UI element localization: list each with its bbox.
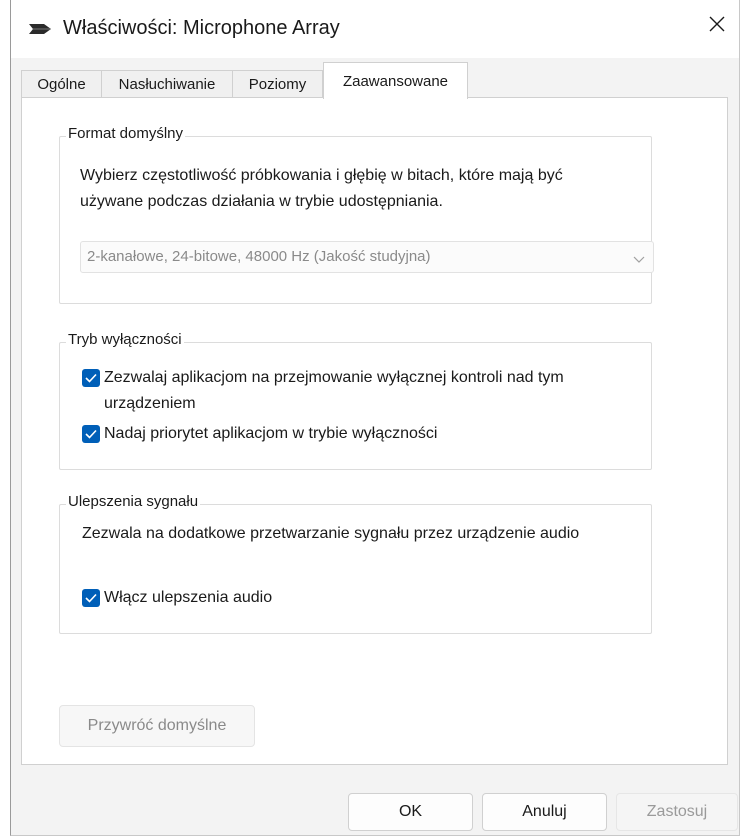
- audio-enhancements-checkbox-row[interactable]: Włącz ulepszenia audio: [82, 585, 272, 611]
- exclusive-control-checkbox-row[interactable]: Zezwalaj aplikacjom na przejmowanie wyłą…: [82, 365, 564, 417]
- exclusive-priority-checkbox[interactable]: [82, 425, 100, 443]
- exclusive-priority-checkbox-row[interactable]: Nadaj priorytet aplikacjom w trybie wyłą…: [82, 421, 437, 447]
- properties-window: Właściwości: Microphone Array Ogólne Nas…: [10, 0, 740, 836]
- exclusive-mode-label: Tryb wyłączności: [66, 331, 184, 348]
- ok-button[interactable]: OK: [348, 793, 473, 831]
- exclusive-control-label: Zezwalaj aplikacjom na przejmowanie wyłą…: [104, 365, 564, 417]
- tab-levels[interactable]: Poziomy: [232, 70, 323, 98]
- default-format-value: 2-kanałowe, 24-bitowe, 48000 Hz (Jakość …: [87, 248, 431, 265]
- microphone-icon: [27, 20, 53, 38]
- close-button[interactable]: [695, 6, 739, 46]
- audio-enhancements-label: Włącz ulepszenia audio: [104, 589, 273, 606]
- exclusive-control-label-line1: Zezwalaj aplikacjom na przejmowanie wyłą…: [104, 369, 564, 386]
- window-title: Właściwości: Microphone Array: [63, 17, 340, 39]
- exclusive-control-label-line2: urządzeniem: [104, 395, 196, 412]
- chevron-down-icon: [633, 252, 645, 263]
- check-icon: [85, 593, 97, 603]
- tab-advanced[interactable]: Zaawansowane: [323, 62, 468, 99]
- title-bar: Właściwości: Microphone Array: [11, 0, 739, 58]
- default-format-label: Format domyślny: [66, 125, 186, 142]
- advanced-panel: Format domyślny Wybierz częstotliwość pr…: [21, 97, 728, 765]
- check-icon: [85, 373, 97, 383]
- audio-enhancements-checkbox[interactable]: [82, 589, 100, 607]
- check-icon: [85, 429, 97, 439]
- cancel-button[interactable]: Anuluj: [482, 793, 607, 831]
- default-format-description-line1: Wybierz częstotliwość próbkowania i głęb…: [80, 167, 563, 184]
- default-format-group: Format domyślny Wybierz częstotliwość pr…: [59, 125, 654, 304]
- tab-listen[interactable]: Nasłuchiwanie: [101, 70, 232, 98]
- restore-defaults-button[interactable]: Przywróć domyślne: [59, 705, 255, 747]
- tab-general[interactable]: Ogólne: [21, 70, 101, 98]
- signal-enhancements-group: Ulepszenia sygnału Zezwala na dodatkowe …: [59, 493, 652, 634]
- apply-button[interactable]: Zastosuj: [616, 793, 738, 831]
- signal-enhancements-description: Zezwala na dodatkowe przetwarzanie sygna…: [82, 525, 580, 542]
- exclusive-control-checkbox[interactable]: [82, 369, 100, 387]
- default-format-select[interactable]: 2-kanałowe, 24-bitowe, 48000 Hz (Jakość …: [80, 241, 654, 273]
- exclusive-priority-label: Nadaj priorytet aplikacjom w trybie wyłą…: [104, 425, 438, 442]
- default-format-description: Wybierz częstotliwość próbkowania i głęb…: [80, 163, 563, 215]
- exclusive-mode-group: Tryb wyłączności Zezwalaj aplikacjom na …: [59, 331, 652, 470]
- close-icon: [708, 15, 726, 38]
- default-format-description-line2: używane podczas działania w trybie udost…: [80, 193, 443, 210]
- signal-enhancements-label: Ulepszenia sygnału: [66, 493, 201, 510]
- tab-strip: Ogólne Nasłuchiwanie Poziomy Zaawansowan…: [21, 62, 739, 99]
